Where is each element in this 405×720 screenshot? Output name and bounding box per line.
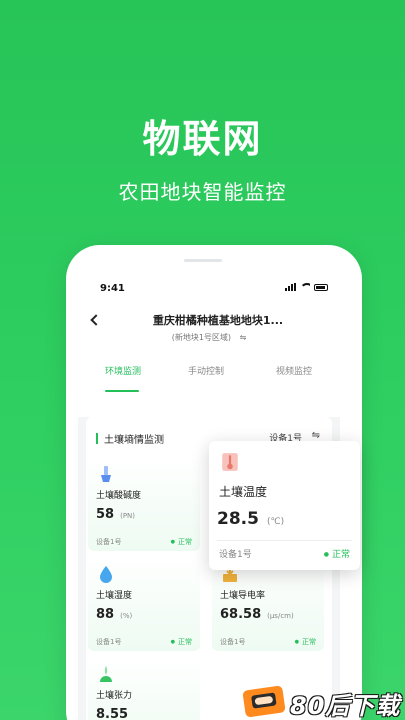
hero-subtitle: 农田地块智能监控 bbox=[118, 180, 287, 204]
status-badge: 正常 bbox=[324, 547, 350, 560]
sensor-card-temperature[interactable]: 土壤温度 28.5(℃) 设备1号 正常 bbox=[209, 441, 360, 570]
thermometer-icon bbox=[222, 453, 238, 471]
swap-icon[interactable]: ⇋ bbox=[240, 333, 247, 342]
battery-icon bbox=[314, 283, 328, 291]
watermark-text: 80后下载 bbox=[290, 692, 401, 720]
sensor-value: 8.55 bbox=[96, 707, 129, 720]
tab-manual-control[interactable]: 手动控制 bbox=[188, 364, 224, 377]
sensor-label: 土壤湿度 bbox=[96, 591, 133, 601]
active-tab-indicator bbox=[105, 390, 139, 392]
signal-icon bbox=[285, 283, 296, 291]
device-swap-icon[interactable]: ⇋ bbox=[312, 430, 320, 441]
sensor-device: 设备1号 bbox=[96, 538, 122, 546]
sensor-label: 土壤导电率 bbox=[220, 591, 266, 601]
phone-speaker bbox=[184, 259, 222, 262]
sensor-card-humidity[interactable]: 土壤湿度 88(%) 设备1号 正常 bbox=[88, 555, 200, 651]
sensor-value: 58 (PN) bbox=[96, 507, 136, 522]
sensor-label: 土壤温度 bbox=[219, 485, 268, 499]
status-time: 9:41 bbox=[100, 283, 125, 294]
sensor-device: 设备1号 bbox=[96, 638, 122, 646]
divider bbox=[217, 540, 352, 541]
status-badge: 正常 bbox=[171, 637, 192, 647]
cassette-logo-icon bbox=[242, 685, 286, 718]
tab-video-monitor[interactable]: 视频监控 bbox=[276, 364, 312, 377]
area-label: (新地块1号区域) bbox=[171, 333, 232, 342]
page-subtitle[interactable]: (新地块1号区域) ⇋ bbox=[78, 332, 340, 343]
status-badge: 正常 bbox=[295, 637, 316, 647]
sensor-value: 68.58 (μs/cm) bbox=[220, 607, 294, 622]
droplet-icon bbox=[100, 566, 112, 583]
watermark: 80后下载 bbox=[242, 685, 402, 720]
status-icons bbox=[285, 283, 328, 291]
sensor-label: 土壤张力 bbox=[96, 691, 133, 701]
tab-environment[interactable]: 环境监测 bbox=[105, 364, 141, 377]
sensor-device: 设备1号 bbox=[220, 638, 246, 646]
tension-icon bbox=[100, 666, 112, 682]
sensor-value: 88 (%) bbox=[96, 607, 133, 622]
section-marker bbox=[96, 433, 98, 444]
back-arrow-icon[interactable] bbox=[90, 314, 102, 326]
wifi-icon bbox=[300, 283, 310, 291]
tab-bar: 环境监测 手动控制 视频监控 bbox=[78, 364, 340, 390]
sensor-value: 28.5 (℃) bbox=[217, 509, 285, 529]
header-card: 9:41 重庆柑橘种植基地地块1... (新地块1号区域) ⇋ 环境监测 手动控… bbox=[78, 272, 340, 417]
section-title: 土壤墒情监测 bbox=[104, 435, 164, 446]
sensor-device: 设备1号 bbox=[219, 550, 252, 560]
ph-icon bbox=[101, 466, 111, 482]
hero-title: 物联网 bbox=[142, 117, 263, 161]
page-title: 重庆柑橘种植基地地块1... bbox=[152, 314, 284, 327]
sensor-card-tension[interactable]: 土壤张力 8.55 bbox=[88, 655, 200, 720]
status-badge: 正常 bbox=[171, 537, 192, 547]
sensor-label: 土壤酸碱度 bbox=[96, 491, 142, 501]
sensor-card-ph[interactable]: 土壤酸碱度 58(PN) 设备1号 正常 bbox=[88, 455, 200, 551]
